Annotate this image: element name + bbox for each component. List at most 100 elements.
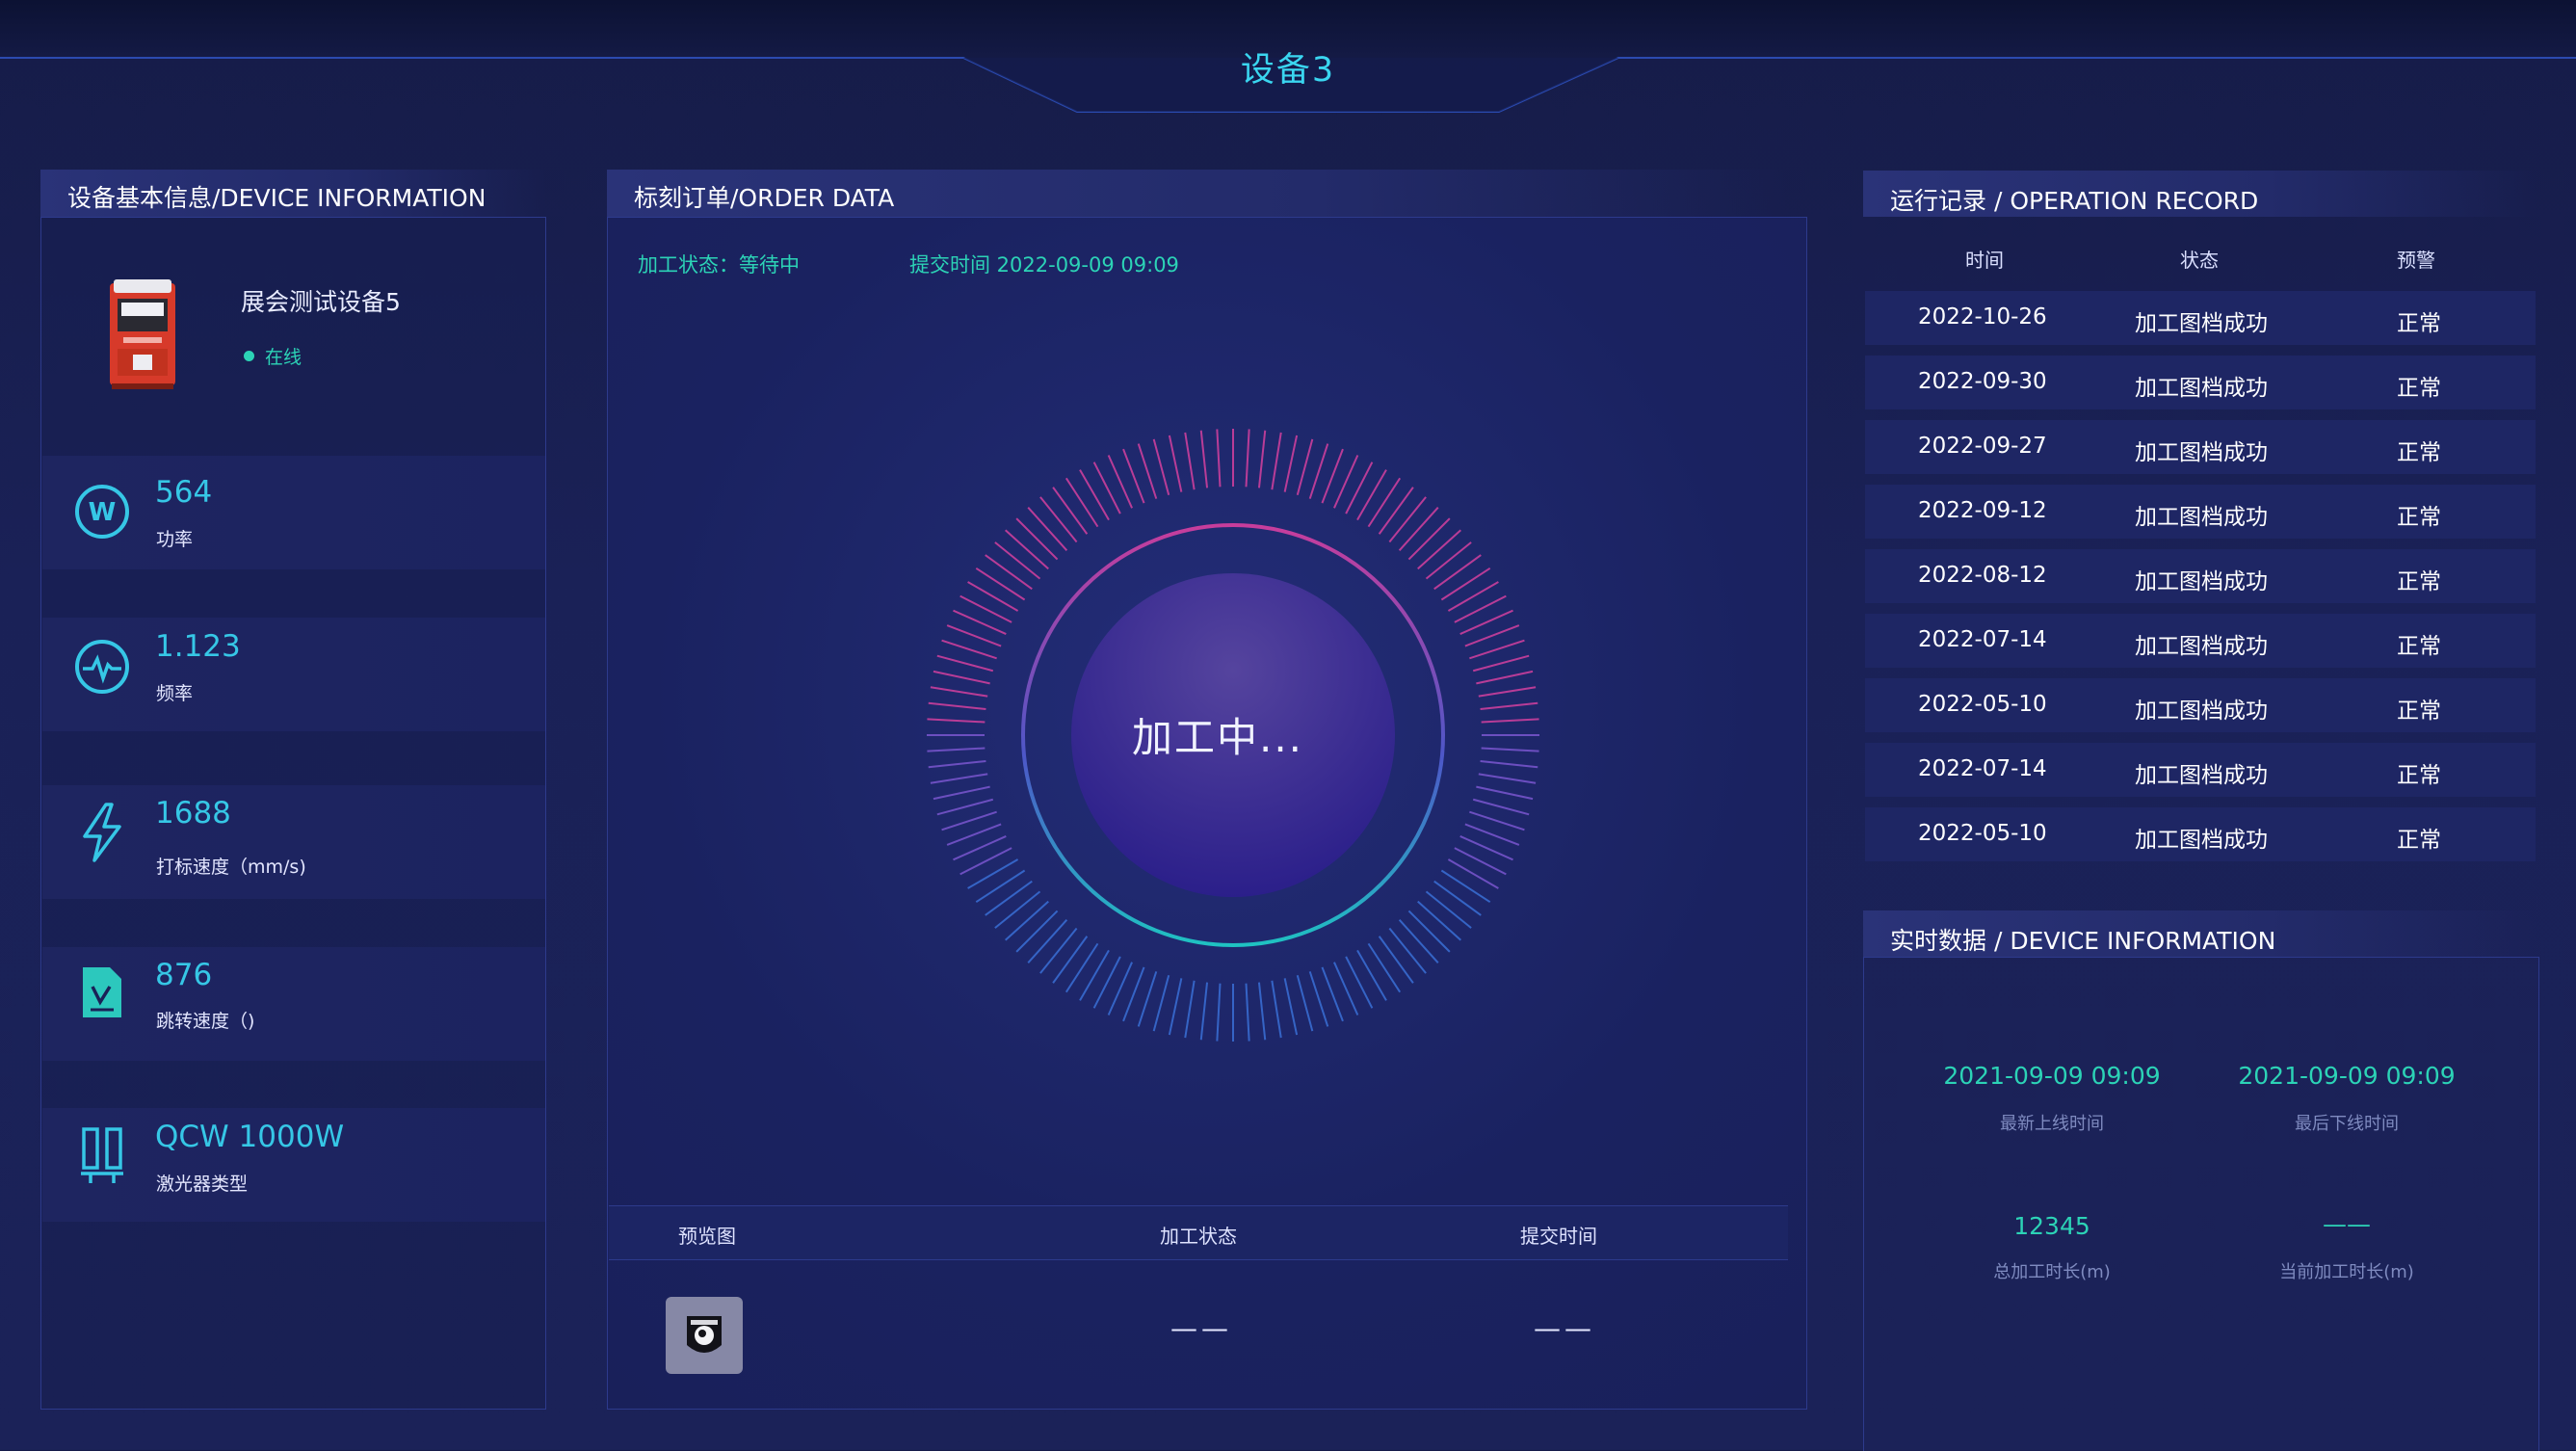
- dial-tick: [1398, 919, 1439, 963]
- dial-tick: [1296, 974, 1314, 1032]
- record-cell-status: 加工图档成功: [2135, 376, 2268, 401]
- dial-tick: [1245, 429, 1250, 488]
- record-cell-warn: 正常: [2397, 699, 2441, 724]
- dial-tick: [930, 773, 988, 784]
- dial-tick: [1015, 910, 1059, 953]
- record-cell-status: 加工图档成功: [2135, 828, 2268, 853]
- dial-tick: [1433, 880, 1482, 916]
- record-cell-time: 2022-07-14: [1918, 756, 2047, 781]
- dial-tick: [933, 670, 990, 685]
- dial-tick: [1245, 983, 1250, 1042]
- metric-label-marking-speed: 打标速度（mm/s): [156, 857, 306, 878]
- record-cell-warn: 正常: [2397, 440, 2441, 465]
- dial-tick: [941, 639, 997, 660]
- total-processing-time-label: 总加工时长(m): [1993, 1262, 2111, 1282]
- dial-tick: [1345, 462, 1374, 514]
- dial-tick: [1052, 936, 1089, 984]
- metric-label-jump-speed: 跳转速度（): [156, 1011, 255, 1032]
- preview-image-icon: [687, 1316, 722, 1353]
- metric-label-frequency: 频率: [156, 683, 194, 704]
- dial-tick: [1454, 847, 1507, 876]
- record-col-status: 状态: [2180, 249, 2219, 272]
- document-check-icon: [83, 967, 121, 1017]
- dial-tick: [994, 890, 1041, 929]
- dial-tick: [1257, 430, 1267, 488]
- online-status-dot: [244, 351, 254, 361]
- dial-tick: [1152, 974, 1170, 1032]
- dial-tick: [975, 869, 1026, 904]
- dial-tick: [1137, 971, 1158, 1027]
- dial-tick: [1257, 982, 1267, 1041]
- dial-tick: [1478, 773, 1537, 784]
- dial-tick: [1476, 785, 1534, 801]
- realtime-panel-title: 实时数据 / DEVICE INFORMATION: [1890, 927, 2276, 955]
- dial-tick: [1168, 435, 1183, 492]
- dial-tick: [1308, 443, 1329, 499]
- dial-tick: [1398, 507, 1439, 551]
- dial-tick: [1079, 949, 1110, 1001]
- dial-tick: [967, 858, 1019, 889]
- dial-tick: [1184, 432, 1196, 490]
- record-cell-status: 加工图档成功: [2135, 763, 2268, 788]
- dial-tick: [1367, 477, 1402, 528]
- order-submit-time-label: 提交时间 2022-09-09 09:09: [909, 253, 1179, 277]
- dial-tick: [959, 594, 1012, 623]
- dial-tick: [1092, 956, 1121, 1009]
- dial-tick: [985, 554, 1033, 591]
- dial-tick: [1407, 910, 1451, 953]
- dial-tick: [927, 718, 986, 724]
- dial-tick: [1425, 541, 1472, 580]
- metric-value-power: 564: [155, 475, 213, 510]
- dial-tick: [1356, 949, 1387, 1001]
- dial-tick: [1065, 942, 1099, 993]
- metric-label-laser-type: 激光器类型: [156, 1174, 249, 1195]
- record-cell-warn: 正常: [2397, 505, 2441, 530]
- dial-tick: [1481, 747, 1539, 752]
- dial-tick: [1027, 507, 1068, 551]
- dial-tick: [1476, 670, 1534, 685]
- current-processing-time-value: ——: [2323, 1210, 2371, 1238]
- dial-tick: [1216, 983, 1222, 1042]
- center-panel-title: 标刻订单/ORDER DATA: [634, 184, 895, 212]
- dial-tick: [928, 701, 986, 711]
- dial-tick: [1168, 978, 1183, 1036]
- order-preview-thumbnail[interactable]: [666, 1297, 743, 1374]
- dial-tick: [1440, 567, 1491, 601]
- record-panel-title: 运行记录 / OPERATION RECORD: [1890, 187, 2259, 215]
- dial-tick: [994, 541, 1041, 580]
- dial-tick: [1283, 978, 1299, 1036]
- record-cell-status: 加工图档成功: [2135, 699, 2268, 724]
- dial-tick: [1005, 900, 1049, 941]
- dial-tick: [1388, 496, 1427, 543]
- dial-tick: [975, 567, 1026, 601]
- dial-tick: [1184, 980, 1196, 1039]
- record-cell-warn: 正常: [2397, 311, 2441, 336]
- dial-tick: [928, 759, 986, 769]
- dial-tick: [933, 785, 990, 801]
- dial-tick: [1440, 869, 1491, 904]
- dial-tick: [941, 810, 997, 831]
- dial-tick: [1469, 810, 1525, 831]
- dial-tick: [1039, 927, 1078, 974]
- dial-tick: [1296, 438, 1314, 496]
- dial-tick: [1345, 956, 1374, 1009]
- dial-tick: [1481, 718, 1539, 724]
- record-col-warning: 预警: [2397, 249, 2435, 272]
- record-cell-status: 加工图档成功: [2135, 505, 2268, 530]
- dial-tick: [1388, 927, 1427, 974]
- record-cell-time: 2022-10-26: [1918, 304, 2047, 330]
- power-w-icon: W: [75, 485, 129, 539]
- dial-tick: [1407, 517, 1451, 561]
- order-status-label: 加工状态：等待中: [638, 253, 800, 277]
- dial-tick: [1027, 919, 1068, 963]
- record-cell-status: 加工图档成功: [2135, 311, 2268, 336]
- dial-tick: [1454, 594, 1507, 623]
- dial-tick: [1478, 686, 1537, 698]
- dial-tick: [1039, 496, 1078, 543]
- dial-tick: [936, 654, 994, 673]
- dial-tick: [1199, 982, 1209, 1041]
- record-cell-status: 加工图档成功: [2135, 634, 2268, 659]
- metric-value-jump-speed: 876: [155, 958, 213, 992]
- order-table-col-time: 提交时间: [1520, 1225, 1597, 1248]
- total-processing-time-value: 12345: [2013, 1212, 2090, 1240]
